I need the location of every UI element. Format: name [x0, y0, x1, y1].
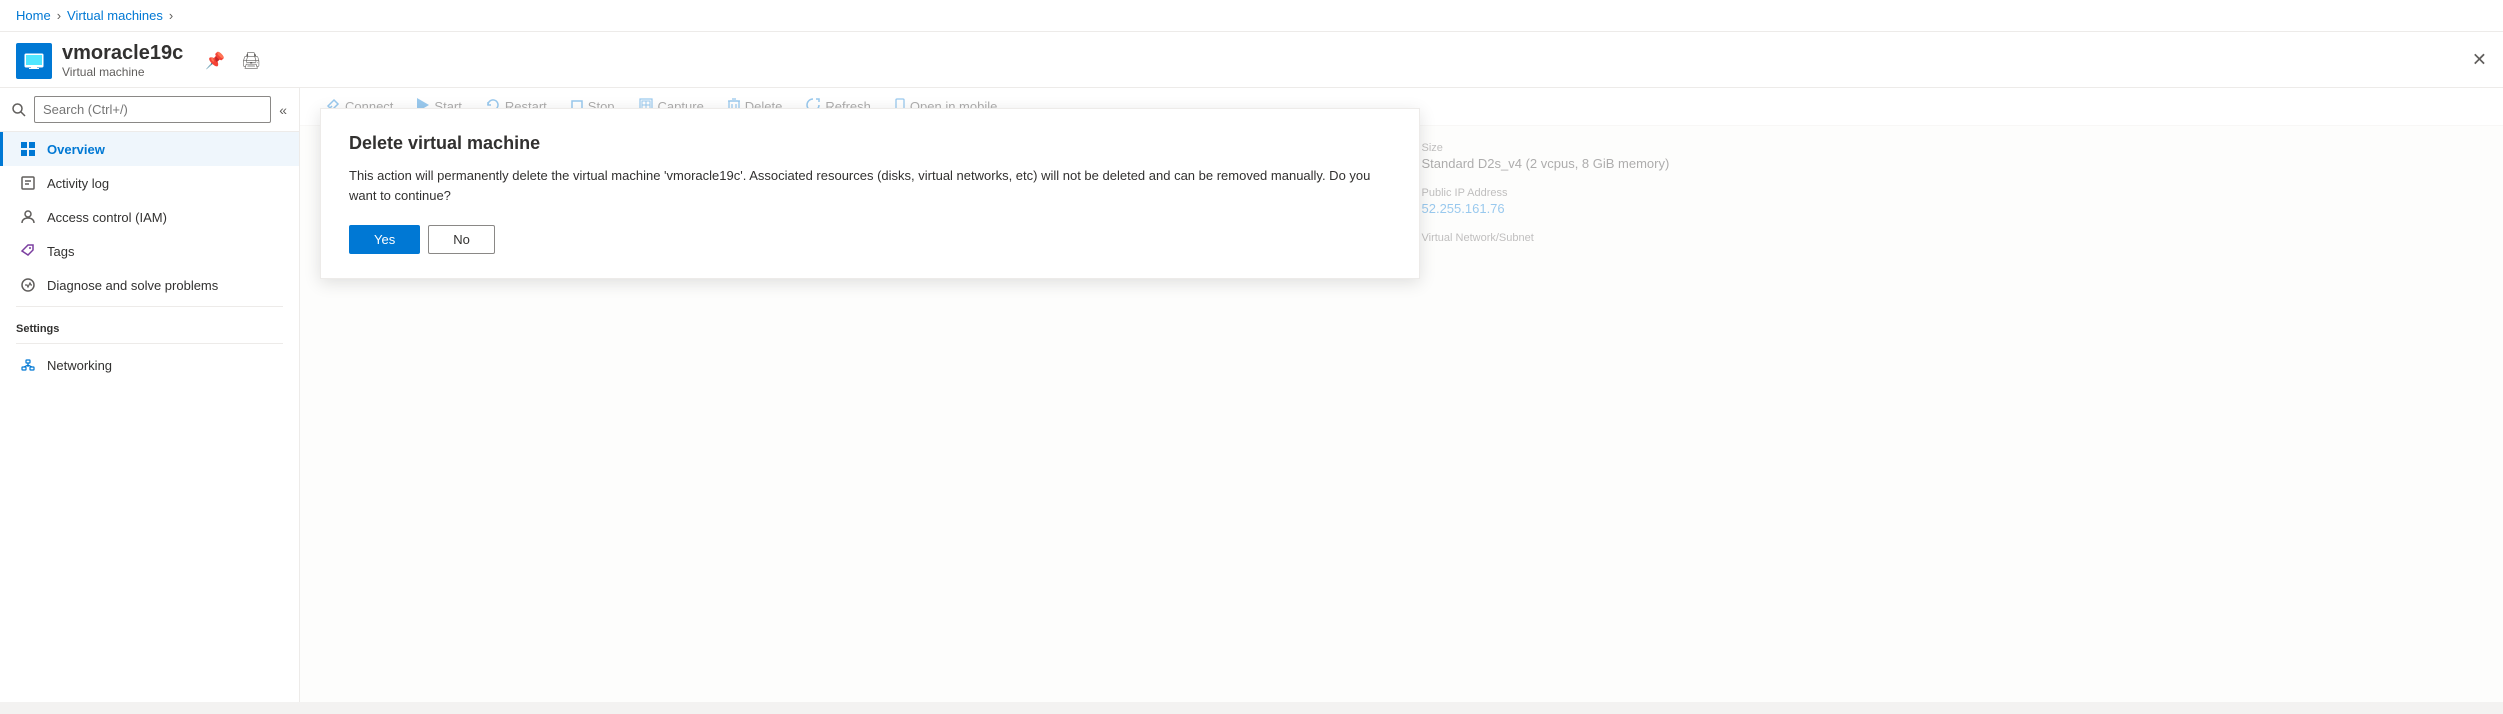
breadcrumb: Home › Virtual machines ›	[0, 0, 2503, 32]
dialog-overlay: Delete virtual machine This action will …	[300, 88, 2503, 702]
overview-icon	[19, 140, 37, 158]
pin-icon: 📌	[205, 51, 225, 71]
networking-icon	[19, 356, 37, 374]
print-icon: 🖨	[241, 51, 261, 71]
content-area: Connect Start Restart Stop	[300, 88, 2503, 702]
breadcrumb-home[interactable]: Home	[16, 8, 51, 23]
dialog-no-button[interactable]: No	[428, 225, 495, 254]
breadcrumb-sep1: ›	[57, 8, 61, 23]
pin-button[interactable]: 📌	[201, 47, 229, 75]
vm-icon	[16, 43, 52, 79]
vm-header: vmoracle19c Virtual machine 📌 🖨 ✕	[0, 32, 2503, 88]
sidebar-item-overview-label: Overview	[47, 142, 105, 157]
settings-divider	[16, 343, 283, 344]
sidebar-item-activity-log[interactable]: Activity log	[0, 166, 299, 200]
close-button[interactable]: ✕	[2472, 49, 2487, 70]
search-input[interactable]	[34, 96, 271, 123]
print-button[interactable]: 🖨	[237, 47, 265, 75]
nav-divider	[16, 306, 283, 307]
sidebar-item-networking[interactable]: Networking	[0, 348, 299, 382]
iam-icon	[19, 208, 37, 226]
sidebar-item-tags-label: Tags	[47, 244, 74, 259]
settings-section-header: Settings	[0, 311, 299, 339]
main-layout: « Overview Activity log Access contro	[0, 88, 2503, 702]
vm-header-actions: 📌 🖨	[201, 47, 265, 75]
vm-title: vmoracle19c	[62, 42, 183, 65]
sidebar-item-overview[interactable]: Overview	[0, 132, 299, 166]
sidebar-item-diagnose-label: Diagnose and solve problems	[47, 278, 218, 293]
sidebar-item-iam-label: Access control (IAM)	[47, 210, 167, 225]
sidebar-item-iam[interactable]: Access control (IAM)	[0, 200, 299, 234]
dialog-title: Delete virtual machine	[349, 133, 1391, 154]
tags-icon	[19, 242, 37, 260]
sidebar-item-networking-label: Networking	[47, 358, 112, 373]
sidebar-search-bar: «	[0, 88, 299, 132]
sidebar-item-tags[interactable]: Tags	[0, 234, 299, 268]
sidebar-nav: Overview Activity log Access control (IA…	[0, 132, 299, 702]
delete-dialog: Delete virtual machine This action will …	[320, 108, 1420, 279]
sidebar: « Overview Activity log Access contro	[0, 88, 300, 702]
activity-log-icon	[19, 174, 37, 192]
breadcrumb-sep2: ›	[169, 8, 173, 23]
sidebar-item-activity-log-label: Activity log	[47, 176, 109, 191]
diagnose-icon	[19, 276, 37, 294]
vm-title-group: vmoracle19c Virtual machine	[62, 42, 183, 79]
close-icon: ✕	[2472, 49, 2487, 69]
breadcrumb-vms[interactable]: Virtual machines	[67, 8, 163, 23]
search-icon	[12, 103, 26, 117]
dialog-body: This action will permanently delete the …	[349, 166, 1391, 205]
collapse-icon: «	[279, 102, 287, 118]
vm-subtitle: Virtual machine	[62, 65, 183, 79]
dialog-yes-button[interactable]: Yes	[349, 225, 420, 254]
collapse-sidebar-button[interactable]: «	[279, 102, 287, 118]
sidebar-item-diagnose[interactable]: Diagnose and solve problems	[0, 268, 299, 302]
dialog-actions: Yes No	[349, 225, 1391, 254]
